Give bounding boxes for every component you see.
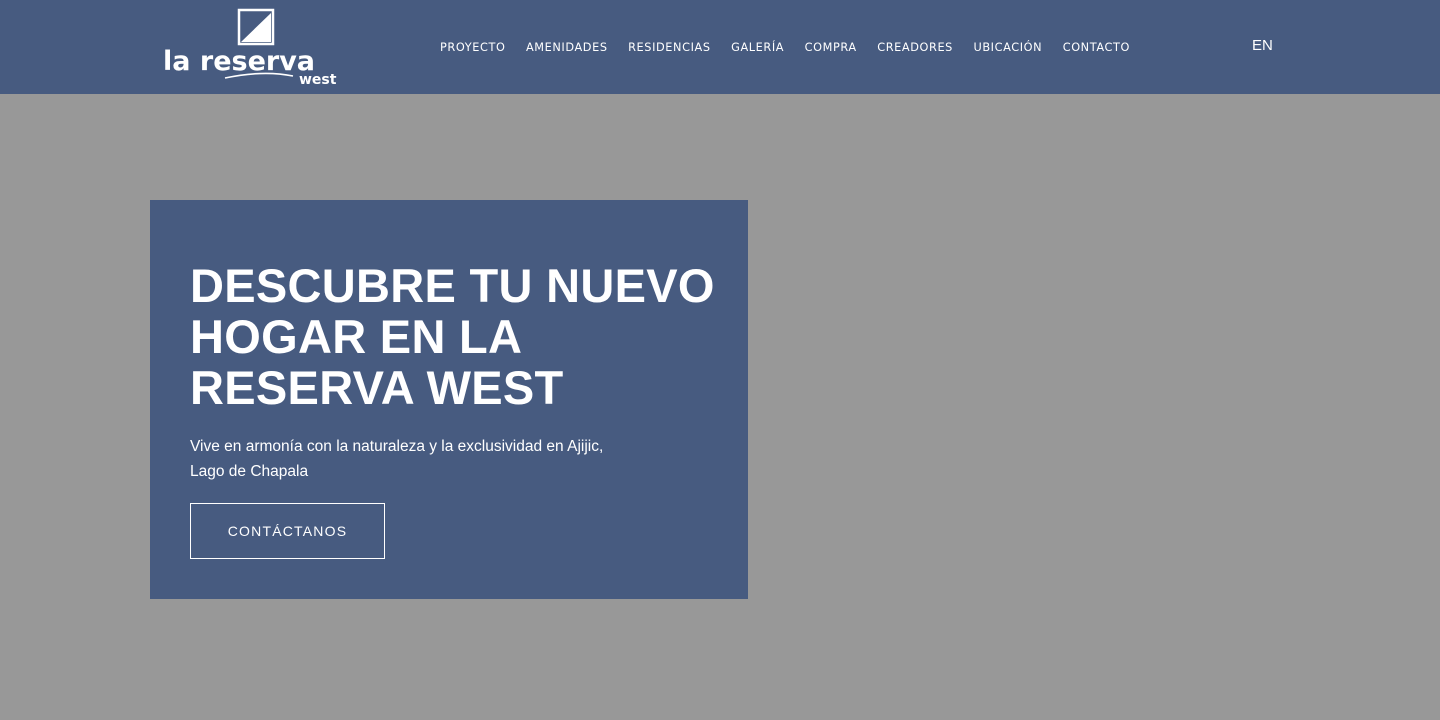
main-nav: PROYECTO AMENIDADES RESIDENCIAS GALERÍA … — [440, 0, 1130, 94]
nav-item-ubicacion[interactable]: UBICACIÓN — [973, 41, 1042, 54]
hero-title: DESCUBRE TU NUEVO HOGAR EN LA RESERVA WE… — [190, 260, 730, 413]
hero-subtitle-line: Vive en armonía con la naturaleza y la e… — [190, 438, 604, 455]
nav-item-creadores[interactable]: CREADORES — [877, 41, 953, 54]
brand-logo-mark: la reserva west — [163, 8, 337, 88]
hero-subtitle: Vive en armonía con la naturaleza y la e… — [190, 434, 650, 484]
nav-item-amenidades[interactable]: AMENIDADES — [526, 41, 608, 54]
nav-item-proyecto[interactable]: PROYECTO — [440, 41, 505, 54]
hero-panel: DESCUBRE TU NUEVO HOGAR EN LA RESERVA WE… — [150, 200, 748, 599]
brand-logo-sub: west — [299, 72, 337, 88]
nav-item-galeria[interactable]: GALERÍA — [731, 41, 784, 54]
language-switcher[interactable]: EN — [1252, 37, 1273, 54]
hero-title-line: RESERVA WEST — [190, 361, 564, 414]
brand-logo[interactable]: la reserva west — [163, 8, 353, 88]
hero-subtitle-line: Lago de Chapala — [190, 463, 309, 480]
nav-item-contacto[interactable]: CONTACTO — [1063, 41, 1130, 54]
contact-button[interactable]: CONTÁCTANOS — [190, 503, 385, 559]
nav-item-compra[interactable]: COMPRA — [805, 41, 857, 54]
hero-title-line: DESCUBRE TU NUEVO — [190, 259, 715, 312]
brand-logo-main: la reserva — [163, 46, 315, 77]
hero-title-line: HOGAR EN LA — [190, 310, 523, 363]
site-header: la reserva west PROYECTO AMENIDADES RESI… — [0, 0, 1440, 94]
nav-item-residencias[interactable]: RESIDENCIAS — [628, 41, 711, 54]
